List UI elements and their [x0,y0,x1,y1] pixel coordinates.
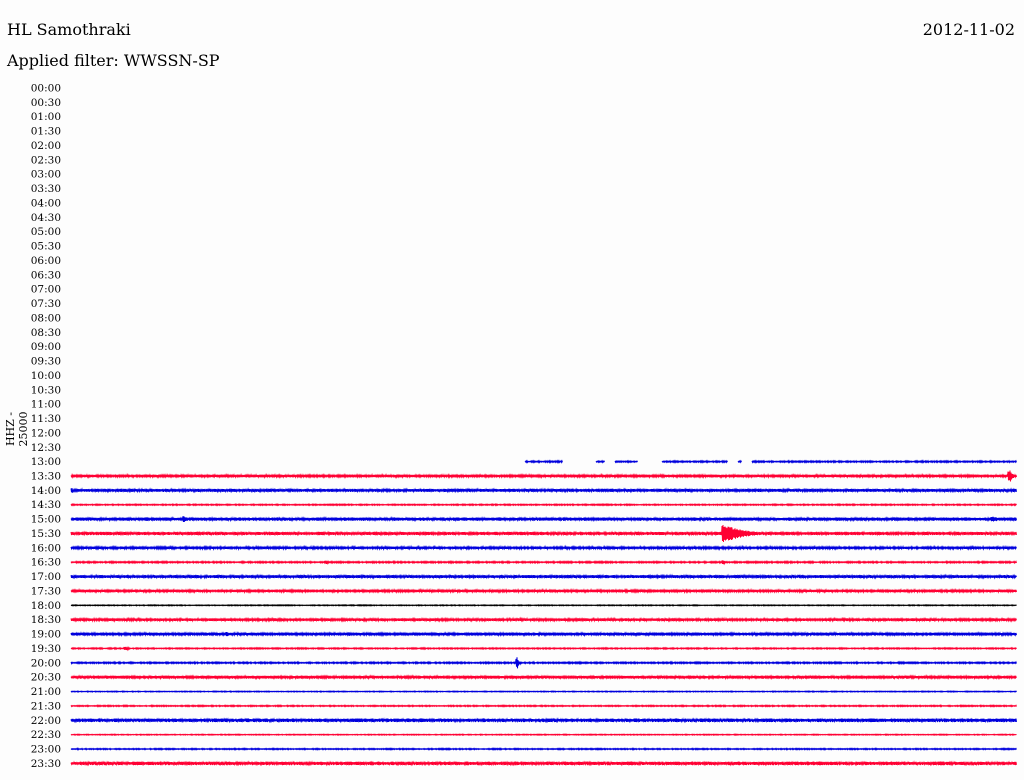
time-tick-label: 03:00 [31,169,61,181]
time-tick-label: 23:30 [31,758,61,770]
time-tick-label: 03:30 [31,183,61,195]
trace-line [70,674,1017,681]
time-tick-label: 15:00 [31,514,61,526]
time-tick-label: 21:30 [31,700,61,712]
trace-line [70,704,1017,708]
time-tick-label: 17:00 [31,571,61,583]
time-tick-label: 16:00 [31,542,61,554]
trace-line [70,747,1017,751]
trace-line [70,544,1017,552]
time-tick-label: 11:30 [31,413,61,425]
trace-line [70,717,1017,724]
trace-line [70,657,1017,669]
time-tick-label: 09:30 [31,356,61,368]
trace-line [70,470,1017,482]
trace-line [70,616,1017,623]
trace-line [70,524,1017,542]
trace-line [70,559,1017,566]
time-tick-label: 02:00 [31,140,61,152]
time-tick-label: 12:30 [31,442,61,454]
time-tick-label: 21:00 [31,686,61,698]
trace-line [70,516,1017,523]
time-tick-label: 04:00 [31,197,61,209]
trace-line [70,645,1017,652]
helicorder-plot: 00:00 00:30 01:00 01:30 02:00 02:30 03:00 03:30… [31,83,1017,770]
time-tick-labels: 00:00 00:30 01:00 01:30 02:00 02:30 03:00 03:30… [31,83,61,770]
time-tick-label: 18:00 [31,600,61,612]
time-tick-label: 22:30 [31,729,61,741]
trace-line [70,760,1017,767]
time-tick-label: 00:00 [31,83,61,95]
time-tick-label: 18:30 [31,614,61,626]
time-tick-label: 20:30 [31,672,61,684]
time-tick-label: 20:00 [31,657,61,669]
trace-line [70,587,1017,595]
time-tick-label: 05:30 [31,241,61,253]
time-tick-label: 19:00 [31,629,61,641]
time-tick-label: 07:00 [31,284,61,296]
trace-line [70,573,1017,580]
trace-line [70,733,1017,737]
time-tick-label: 15:30 [31,528,61,540]
time-tick-label: 08:30 [31,327,61,339]
time-tick-label: 23:00 [31,744,61,756]
time-tick-label: 01:30 [31,126,61,138]
time-tick-label: 14:30 [31,499,61,511]
time-tick-label: 17:30 [31,585,61,597]
time-tick-label: 06:30 [31,269,61,281]
time-tick-label: 02:30 [31,154,61,166]
time-tick-label: 08:00 [31,312,61,324]
time-tick-label: 04:30 [31,212,61,224]
trace-line [70,502,1017,507]
time-tick-label: 07:30 [31,298,61,310]
time-tick-label: 09:00 [31,341,61,353]
time-tick-label: 14:00 [31,485,61,497]
time-tick-label: 01:00 [31,111,61,123]
seismic-traces [70,459,1017,767]
time-tick-label: 10:00 [31,370,61,382]
time-tick-label: 13:00 [31,456,61,468]
time-tick-label: 11:00 [31,399,61,411]
time-tick-label: 00:30 [31,97,61,109]
time-tick-label: 05:00 [31,226,61,238]
trace-line [70,690,1017,694]
time-tick-label: 12:00 [31,427,61,439]
time-tick-label: 06:00 [31,255,61,267]
time-tick-label: 16:30 [31,557,61,569]
trace-line [524,459,1017,464]
time-tick-label: 22:00 [31,715,61,727]
trace-line [70,487,1017,494]
trace-line [70,603,1017,607]
time-tick-label: 13:30 [31,470,61,482]
trace-line [70,630,1017,638]
time-tick-label: 10:30 [31,384,61,396]
time-tick-label: 19:30 [31,643,61,655]
